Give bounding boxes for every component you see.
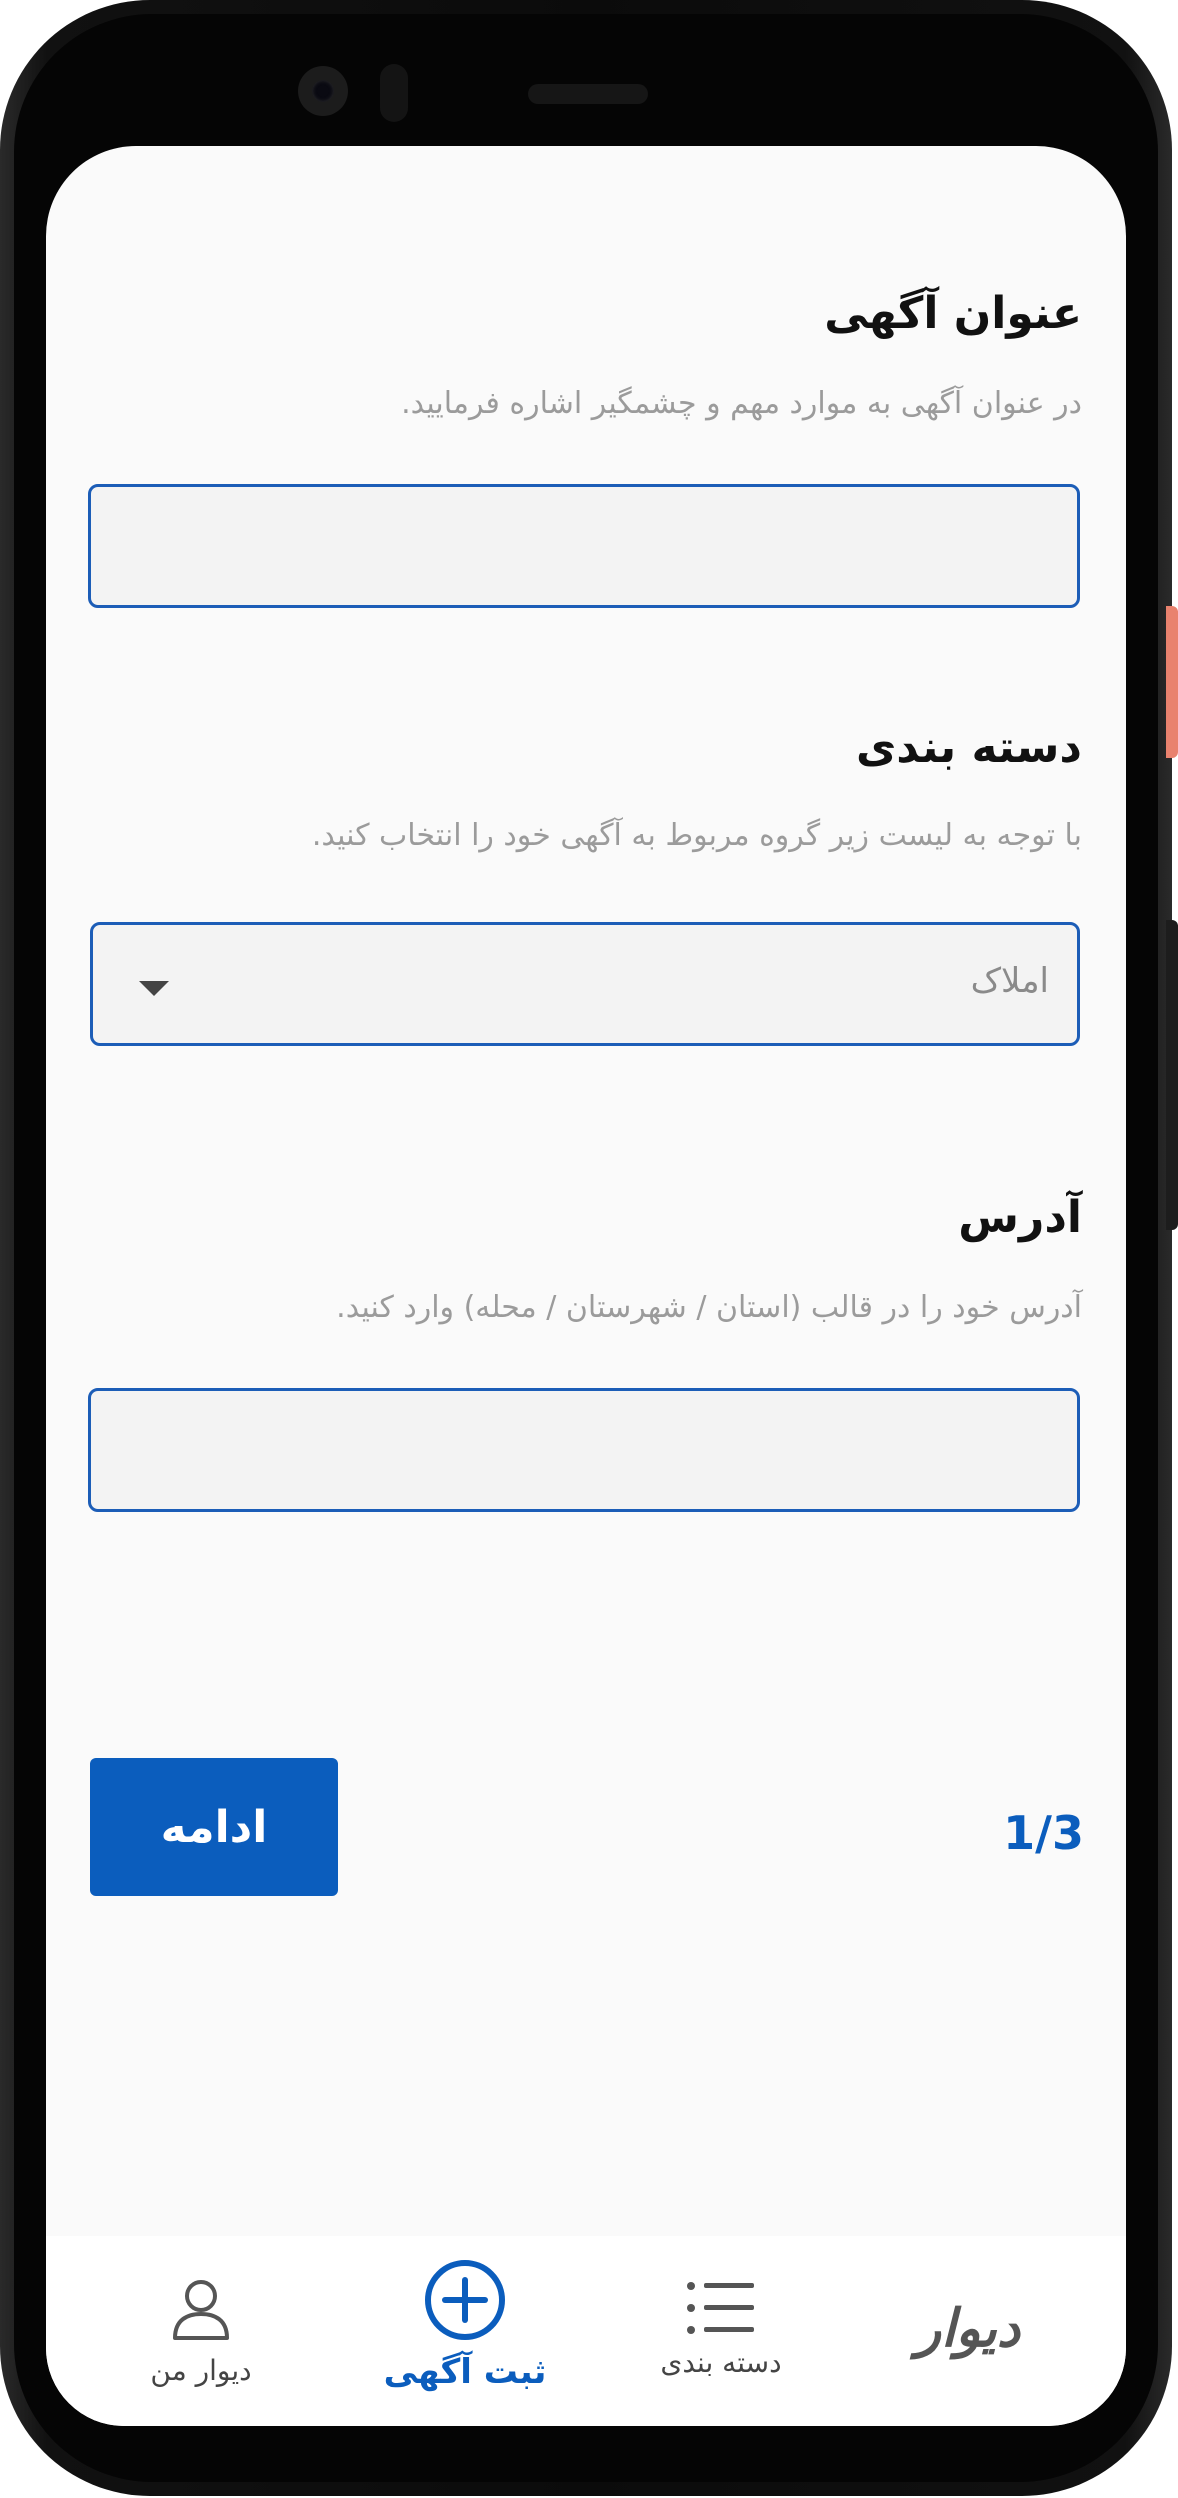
category-label: دسته بندی: [855, 722, 1082, 773]
list-icon: [687, 2282, 754, 2334]
user-icon: [173, 2280, 229, 2340]
continue-button[interactable]: ادامه: [90, 1758, 338, 1896]
category-selected-value: املاک: [970, 961, 1049, 1001]
ad-title-input-box: [88, 484, 1080, 608]
nav-post-ad-label: ثبت آگهی: [383, 2352, 547, 2392]
plus-circle-icon: [425, 2260, 505, 2340]
earpiece-speaker: [528, 84, 648, 104]
power-button: [1166, 606, 1178, 758]
nav-categories[interactable]: دسته بندی: [626, 2236, 816, 2426]
chevron-down-icon: [139, 981, 169, 996]
screen: عنوان آگهی در عنوان آگهی به موارد مهم و …: [46, 146, 1126, 2426]
divar-logo[interactable]: دیوار: [916, 2298, 1020, 2359]
sensor: [380, 64, 408, 122]
nav-categories-label: دسته بندی: [660, 2346, 782, 2379]
address-label: آدرس: [958, 1192, 1082, 1243]
ad-title-input[interactable]: [91, 487, 1077, 605]
address-input[interactable]: [91, 1391, 1077, 1509]
address-description: آدرس خود را در قالب (استان / شهرستان / م…: [336, 1290, 1082, 1325]
ad-title-description: در عنوان آگهی به موارد مهم و چشمگیر اشار…: [401, 386, 1082, 421]
nav-post-ad[interactable]: ثبت آگهی: [360, 2236, 570, 2426]
bottom-nav: دیوار من ثبت آگهی دسته بندی دیوار: [46, 2236, 1126, 2426]
ad-title-label: عنوان آگهی: [824, 288, 1082, 339]
front-camera: [298, 66, 348, 116]
nav-my-divar[interactable]: دیوار من: [106, 2236, 296, 2426]
volume-button: [1166, 920, 1178, 1230]
category-description: با توجه به لیست زیر گروه مربوط به آگهی خ…: [311, 818, 1082, 853]
address-input-box: [88, 1388, 1080, 1512]
step-indicator: 1/3: [1003, 1806, 1084, 1860]
nav-my-divar-label: دیوار من: [150, 2354, 252, 2387]
category-select[interactable]: املاک: [90, 922, 1080, 1046]
